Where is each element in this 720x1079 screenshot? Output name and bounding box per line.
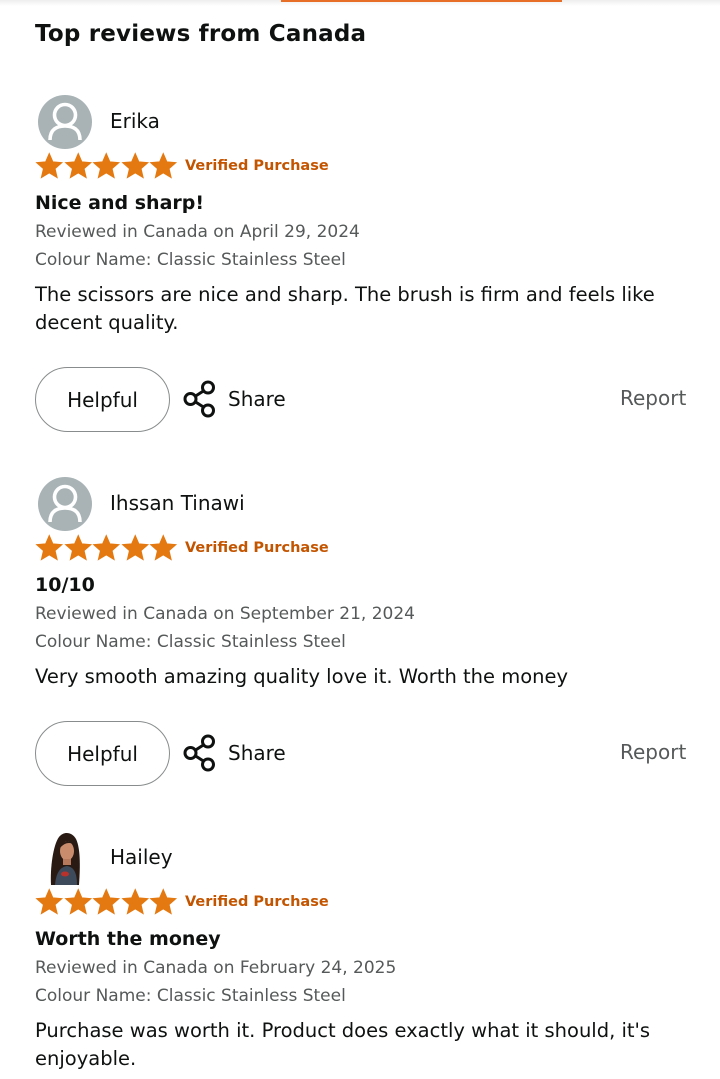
review-date: Reviewed in Canada on February 24, 2025 [35,958,397,978]
review-title: Worth the money [35,928,221,950]
user-photo [47,831,83,885]
share-label: Share [228,387,286,411]
star-icon [35,152,64,179]
report-link[interactable]: Report [620,740,686,764]
star-icon [120,534,149,561]
star-icon [92,534,121,561]
star-icon [149,888,178,915]
verified-purchase-badge: Verified Purchase [185,158,329,174]
share-button[interactable]: Share [182,733,286,773]
share-icon [183,380,215,418]
star-icon [120,888,149,915]
star-icon [92,152,121,179]
avatar [38,477,92,531]
colour-name[interactable]: Colour Name: Classic Stainless Steel [35,632,346,652]
review-body: Purchase was worth it. Product does exac… [35,1019,651,1070]
share-icon [183,734,215,772]
reviewer-name[interactable]: Erika [110,109,160,133]
star-icon [35,888,64,915]
star-icon [63,152,92,179]
section-title: Top reviews from Canada [35,21,367,47]
star-icon [120,152,149,179]
star-rating [35,152,178,180]
avatar [38,95,92,149]
review-title: 10/10 [35,574,95,596]
star-icon [92,888,121,915]
verified-purchase-badge: Verified Purchase [185,540,329,556]
colour-name[interactable]: Colour Name: Classic Stainless Steel [35,250,346,270]
helpful-button[interactable]: Helpful [35,367,170,432]
review-body: Very smooth amazing quality love it. Wor… [35,665,569,688]
avatar [47,831,83,885]
star-icon [35,534,64,561]
tab-indicator [281,0,562,2]
star-icon [63,534,92,561]
reviewer-name[interactable]: Ihssan Tinawi [110,491,245,515]
reviewer-name[interactable]: Hailey [110,845,173,869]
helpful-button[interactable]: Helpful [35,721,170,786]
review-body: The scissors are nice and sharp. The bru… [35,283,655,334]
review-title: Nice and sharp! [35,192,205,214]
default-profile-icon [48,484,82,523]
report-link[interactable]: Report [620,386,686,410]
star-rating [35,888,178,916]
star-icon [63,888,92,915]
verified-purchase-badge: Verified Purchase [185,894,329,910]
star-icon [149,152,178,179]
star-rating [35,534,178,562]
review-date: Reviewed in Canada on September 21, 2024 [35,604,415,624]
default-profile-icon [48,102,82,141]
review-date: Reviewed in Canada on April 29, 2024 [35,222,360,242]
share-label: Share [228,741,286,765]
star-icon [149,534,178,561]
share-button[interactable]: Share [182,379,286,419]
colour-name[interactable]: Colour Name: Classic Stainless Steel [35,986,346,1006]
